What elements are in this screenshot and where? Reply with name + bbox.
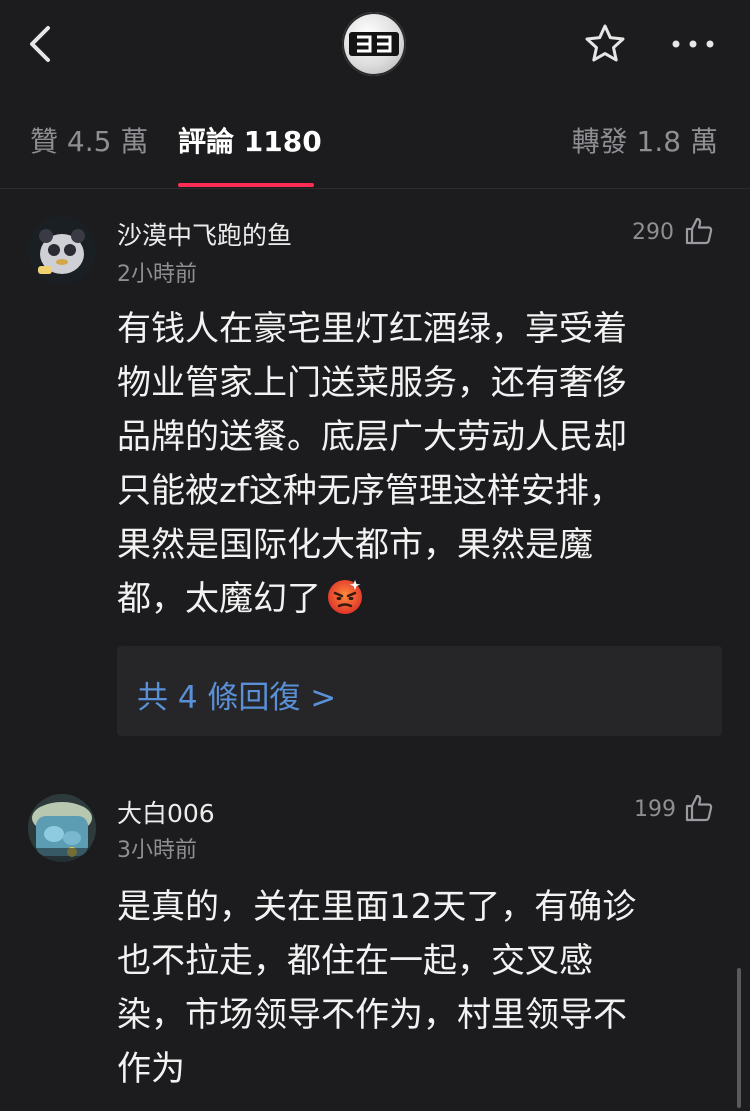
tab-bar: 贊 4.5 萬 評論 1180 轉發 1.8 萬 <box>0 110 750 189</box>
star-outline-icon <box>585 24 625 62</box>
ellipsis-icon <box>672 40 714 48</box>
avatar-image <box>28 216 96 284</box>
tab-reposts[interactable]: 轉發 1.8 萬 <box>572 120 718 160</box>
thumbs-up-icon <box>685 217 713 245</box>
comment-author[interactable]: 大白006 <box>117 794 215 830</box>
like-count: 290 <box>632 220 674 245</box>
comment-time: 2小時前 <box>117 262 197 287</box>
scrollbar[interactable] <box>737 968 741 1108</box>
channel-logo[interactable] <box>342 12 406 76</box>
tab-likes[interactable]: 贊 4.5 萬 <box>30 120 148 160</box>
active-tab-indicator <box>178 183 314 187</box>
comment-text: 是真的，关在里面12天了，有确诊 也不拉走，都住在一起，交叉感 染，市场领导不作… <box>117 887 637 1089</box>
comment-author[interactable]: 沙漠中飞跑的鱼 <box>117 216 292 252</box>
like-count: 199 <box>634 797 676 822</box>
logo-glyph <box>357 35 392 53</box>
chevron-left-icon <box>30 26 50 62</box>
replies-box[interactable]: 共 4 條回復 > <box>117 646 722 736</box>
avatar[interactable] <box>28 216 96 284</box>
back-button[interactable] <box>22 22 62 66</box>
like-button[interactable] <box>684 216 714 246</box>
favorite-button[interactable] <box>583 22 627 66</box>
comment-text: 有钱人在豪宅里灯红酒绿，享受着 物业管家上门送菜服务，还有奢侈 品牌的送餐。底层… <box>117 302 717 626</box>
avatar[interactable] <box>28 794 96 862</box>
thumbs-up-icon <box>685 794 713 822</box>
logo-badge <box>349 32 399 56</box>
top-bar <box>0 0 750 90</box>
comment-text-content: 有钱人在豪宅里灯红酒绿，享受着 物业管家上门送菜服务，还有奢侈 品牌的送餐。底层… <box>117 309 627 619</box>
tab-comments[interactable]: 評論 1180 <box>178 120 322 160</box>
like-button[interactable] <box>684 793 714 823</box>
angry-face-icon <box>325 576 365 616</box>
comment-time: 3小時前 <box>117 838 197 863</box>
more-button[interactable] <box>668 30 718 58</box>
view-replies-link[interactable]: 共 4 條回復 > <box>137 672 336 717</box>
avatar-image <box>28 794 96 862</box>
